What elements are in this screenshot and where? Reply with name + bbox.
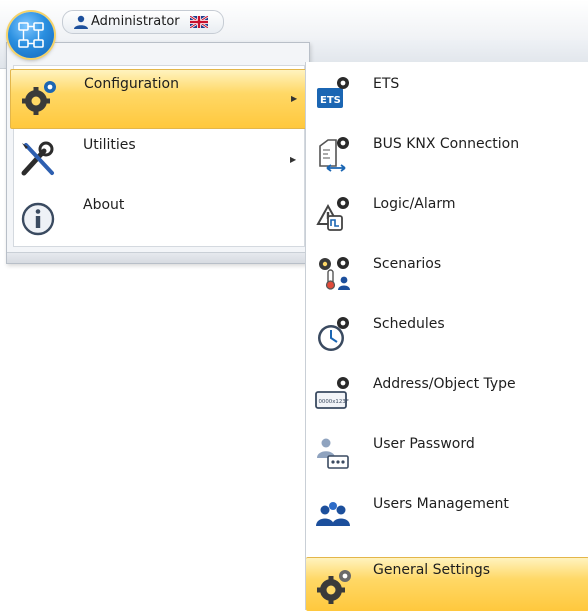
submenu-arrow-icon: ▶ [290,155,297,164]
network-icon [18,22,44,48]
user-password-icon [317,438,349,469]
submenu-item-schedules[interactable]: Schedules [306,302,588,362]
menu-item-label: Utilities [83,137,136,153]
menu-item-configuration[interactable]: Configuration ▶ [10,69,308,129]
menu-item-about[interactable]: About [10,191,306,249]
submenu-item-address-object-type[interactable]: 0000x123F Address/Object Type [306,362,588,422]
submenu-item-label: Logic/Alarm [373,196,456,212]
info-icon [21,202,55,236]
submenu-item-label: Schedules [373,316,445,332]
gears-icon [22,81,56,115]
address-object-icon: 0000x123F [315,377,349,409]
title-bar: Administrator [0,0,588,40]
submenu-item-users-management[interactable]: Users Management [306,482,588,542]
user-icon [74,15,88,29]
menu-item-label: Configuration [84,76,179,92]
submenu-item-label: BUS KNX Connection [373,136,520,152]
submenu-item-user-password[interactable]: User Password [306,422,588,482]
submenu-arrow-icon: ▶ [291,94,298,103]
submenu-item-label: Scenarios [373,256,442,272]
scenarios-icon [319,257,350,290]
user-name: Administrator [91,14,180,29]
user-badge[interactable]: Administrator [62,10,224,34]
submenu-item-scenarios[interactable]: Scenarios [306,242,588,302]
logic-alarm-icon [316,197,349,231]
ets-gear-icon: ETS [317,77,349,108]
svg-text:ETS: ETS [320,95,341,106]
menu-item-label: About [83,197,125,213]
bus-connection-icon [319,137,349,172]
submenu-item-ets[interactable]: ETS ETS [306,62,588,122]
submenu-item-label: Users Management [373,496,509,512]
submenu-item-general-settings[interactable]: General Settings [306,557,588,611]
schedules-icon [318,317,349,351]
submenu-item-bus-knx-connection[interactable]: BUS KNX Connection [306,122,588,182]
tools-icon [21,141,54,176]
uk-flag-icon [190,16,208,28]
submenu-item-label: General Settings [373,562,491,578]
configuration-submenu: ETS ETS BUS KNX Connection Logic/Alarm S… [305,62,588,611]
submenu-item-label: User Password [373,436,475,452]
submenu-item-logic-alarm[interactable]: Logic/Alarm [306,182,588,242]
application-menu: Configuration ▶ Utilities ▶ About [6,42,310,264]
application-menu-footer [7,252,309,263]
address-object-icon-text: 0000x123F [319,399,349,405]
application-menu-button[interactable] [8,12,54,58]
submenu-item-label: Address/Object Type [373,376,516,392]
submenu-item-label: ETS [373,76,400,92]
general-settings-icon [317,570,351,604]
users-management-icon [316,502,350,526]
menu-item-utilities[interactable]: Utilities ▶ [10,131,306,189]
